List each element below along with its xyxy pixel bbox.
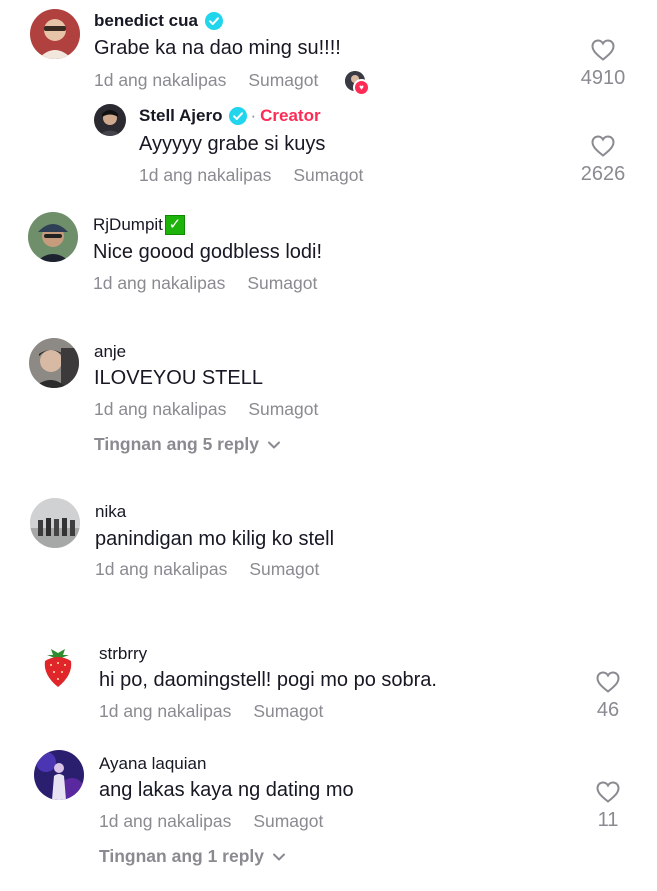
comment-meta: 1d ang nakalipas Sumagot (94, 399, 318, 420)
like-count: 2626 (580, 163, 626, 185)
comment-time: 1d ang nakalipas (99, 811, 232, 831)
comment-text: Grabe ka na dao ming su!!!! (94, 37, 341, 59)
like-button[interactable]: 4910 (578, 39, 628, 90)
like-button[interactable]: 46 (583, 671, 633, 722)
like-button[interactable]: 2626 (578, 135, 628, 186)
comment-time: 1d ang nakalipas (99, 701, 232, 721)
reply-button[interactable]: Sumagot (248, 70, 318, 90)
avatar[interactable] (33, 641, 83, 691)
heart-badge-icon: ♥ (353, 79, 370, 96)
like-count: 4910 (580, 67, 626, 89)
comment-meta: 1d ang nakalipas Sumagot (139, 165, 363, 186)
comment-time: 1d ang nakalipas (139, 165, 272, 185)
comment-time: 1d ang nakalipas (94, 399, 227, 419)
comment-time: 1d ang nakalipas (93, 273, 226, 293)
comment-meta: 1d ang nakalipas Sumagot (95, 559, 319, 580)
username[interactable]: strbrry (99, 644, 147, 664)
username-text[interactable]: benedict cua (94, 11, 198, 31)
comment-meta: 1d ang nakalipas Sumagot (99, 701, 323, 722)
chevron-down-icon (268, 441, 280, 448)
separator-dot: · (250, 106, 257, 125)
creator-badge: Creator (260, 106, 321, 125)
comment-text: ILOVEYOU STELL (94, 367, 263, 389)
comment-text: hi po, daomingstell! pogi mo po sobra. (99, 669, 437, 691)
username-text[interactable]: strbrry (99, 644, 147, 664)
comment-text: panindigan mo kilig ko stell (95, 528, 335, 550)
reply-button[interactable]: Sumagot (249, 559, 319, 579)
username[interactable]: anje (94, 342, 126, 362)
reply-button[interactable]: Sumagot (253, 701, 323, 721)
avatar[interactable] (29, 338, 79, 388)
username-text[interactable]: RjDumpit (93, 215, 163, 235)
username[interactable]: Stell Ajero · Creator (139, 106, 321, 126)
username[interactable]: nika (95, 502, 126, 522)
view-replies-label: Tingnan ang 5 reply (94, 434, 259, 454)
reply-button[interactable]: Sumagot (248, 399, 318, 419)
comment-time: 1d ang nakalipas (95, 559, 228, 579)
username-text[interactable]: Ayana laquian (99, 754, 206, 774)
view-replies-button[interactable]: Tingnan ang 1 reply (99, 846, 286, 867)
avatar[interactable] (30, 498, 80, 548)
comment-meta: 1d ang nakalipas Sumagot (94, 70, 318, 91)
creator-liked-avatar: ♥ (345, 71, 370, 96)
username[interactable]: Ayana laquian (99, 754, 206, 774)
heart-outline-icon (591, 135, 615, 157)
username-text[interactable]: Stell Ajero (139, 106, 222, 126)
avatar[interactable] (30, 9, 80, 59)
avatar[interactable] (28, 212, 78, 262)
heart-outline-icon (591, 39, 615, 61)
comment-text: Ayyyyy grabe si kuys (139, 133, 326, 155)
comment-text: ang lakas kaya ng dating mo (99, 779, 354, 801)
verified-badge-icon (229, 107, 248, 125)
verified-badge-icon (204, 12, 223, 30)
like-count: 11 (597, 809, 619, 831)
comment-text: Nice goood godbless lodi! (93, 241, 323, 263)
username-text[interactable]: nika (95, 502, 126, 522)
comment-meta: 1d ang nakalipas Sumagot (93, 273, 317, 294)
username[interactable]: RjDumpit ✓ (93, 215, 185, 235)
comment-time: 1d ang nakalipas (94, 70, 227, 90)
like-count: 46 (596, 699, 620, 721)
avatar[interactable] (94, 104, 126, 136)
username[interactable]: benedict cua (94, 11, 223, 31)
heart-outline-icon (596, 781, 620, 803)
chevron-down-icon (273, 853, 285, 860)
heart-outline-icon (596, 671, 620, 693)
avatar[interactable] (34, 750, 84, 800)
reply-button[interactable]: Sumagot (293, 165, 363, 185)
reply-button[interactable]: Sumagot (247, 273, 317, 293)
username-text[interactable]: anje (94, 342, 126, 362)
reply-button[interactable]: Sumagot (253, 811, 323, 831)
like-button[interactable]: 11 (583, 781, 633, 832)
view-replies-label: Tingnan ang 1 reply (99, 846, 264, 866)
view-replies-button[interactable]: Tingnan ang 5 reply (94, 434, 281, 455)
green-check-icon: ✓ (164, 215, 185, 235)
comment-meta: 1d ang nakalipas Sumagot (99, 811, 323, 832)
